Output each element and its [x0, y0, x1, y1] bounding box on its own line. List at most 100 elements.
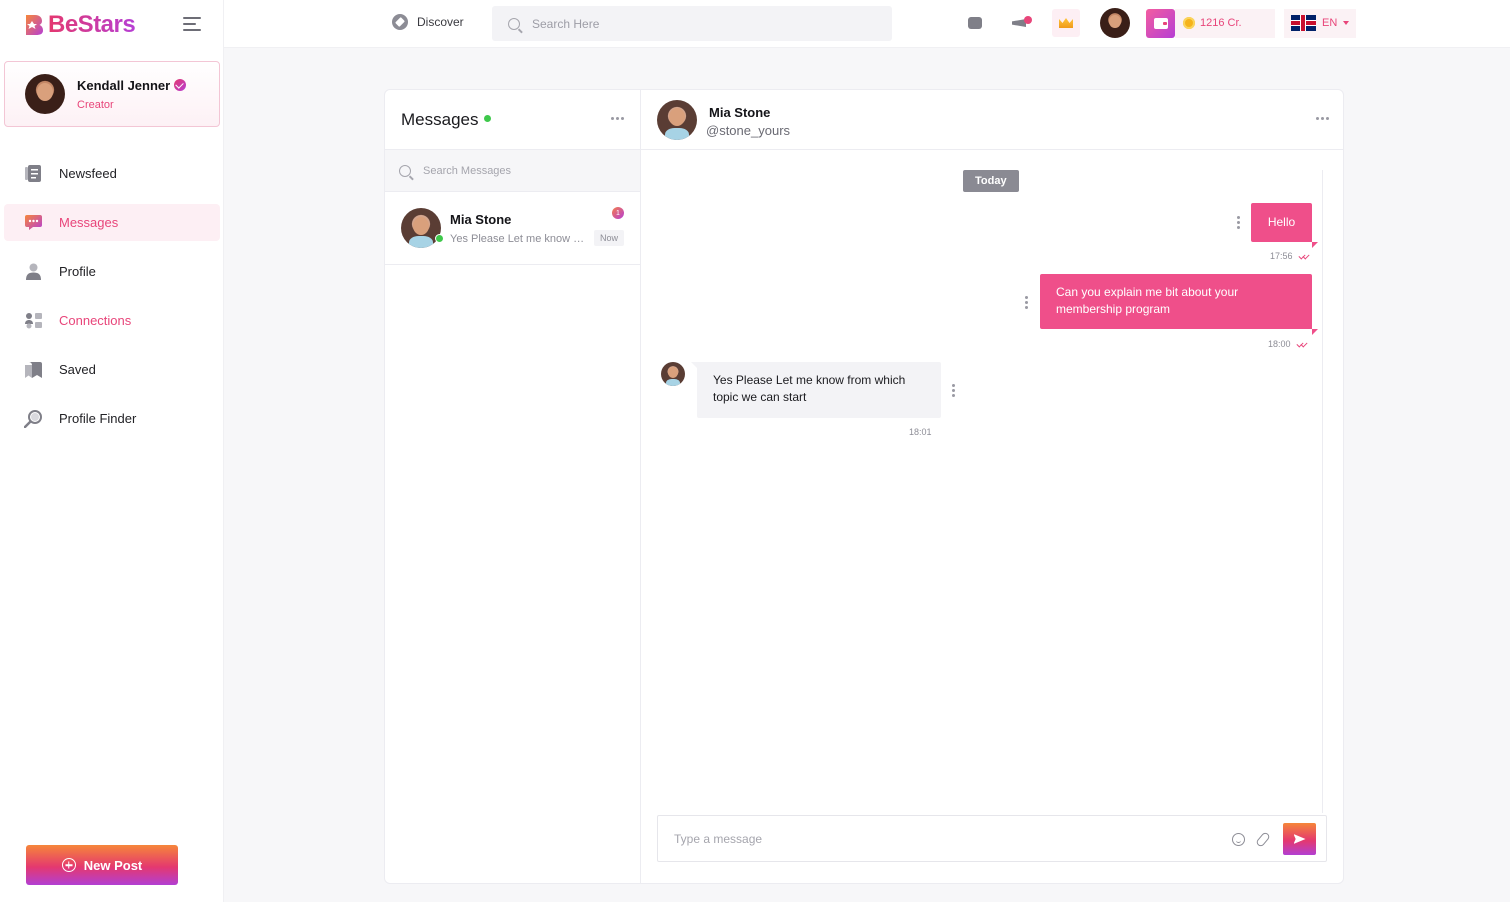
sidebar-item-label: Profile: [59, 264, 96, 279]
chevron-down-icon: [1343, 21, 1350, 25]
global-search-input[interactable]: Search Here: [492, 6, 892, 41]
conversation-name: Mia Stone: [450, 211, 512, 227]
emoji-icon[interactable]: [1232, 833, 1245, 846]
message-time: 18:01: [909, 427, 932, 437]
chat-window: Mia Stone @stone_yours Today Hello 17:56…: [641, 90, 1343, 883]
crown-icon: [1059, 18, 1073, 28]
conversation-preview: Yes Please Let me know from which topic …: [450, 232, 585, 245]
chat-icon[interactable]: [968, 17, 982, 29]
online-status-dot: [484, 115, 492, 122]
send-button[interactable]: [1283, 823, 1316, 855]
message-input[interactable]: [674, 831, 1214, 846]
send-icon: [1293, 834, 1306, 844]
online-status-dot: [435, 234, 444, 243]
conversation-list: Messages Search Messages Mia Stone Yes P…: [385, 90, 641, 883]
discover-label: Discover: [417, 15, 464, 29]
newsfeed-icon: [24, 165, 42, 183]
sidebar-nav: Newsfeed Messages Profile Connections Sa…: [4, 155, 220, 449]
sidebar-item-saved[interactable]: Saved: [4, 351, 220, 388]
sidebar-item-label: Newsfeed: [59, 166, 117, 181]
sidebar-item-profile-finder[interactable]: Profile Finder: [4, 400, 220, 437]
uk-flag-icon: [1291, 15, 1316, 31]
messages-title: Messages: [401, 109, 479, 129]
message-composer: [657, 815, 1327, 862]
read-ticks-icon: [1299, 253, 1311, 259]
new-post-button[interactable]: New Post: [26, 845, 178, 885]
brand-logo[interactable]: BeStars: [24, 11, 136, 39]
avatar: [401, 208, 441, 248]
credits-value: 1216 Cr.: [1200, 17, 1242, 29]
message-meta: 17:56: [1270, 251, 1311, 261]
sidebar-item-connections[interactable]: Connections: [4, 302, 220, 339]
user-name-row: Kendall Jenner: [77, 77, 187, 93]
language-value: EN: [1322, 17, 1338, 29]
premium-button[interactable]: [1052, 9, 1080, 37]
outgoing-message[interactable]: Can you explain me bit about your member…: [1040, 274, 1318, 335]
avatar: [661, 362, 685, 386]
conversation-time: Now: [593, 230, 624, 246]
message-options-icon[interactable]: [1237, 216, 1240, 229]
message-time: 18:00: [1268, 339, 1291, 349]
message-options-icon[interactable]: [952, 384, 955, 397]
search-icon: [399, 164, 411, 177]
search-placeholder: Search Here: [532, 16, 600, 31]
more-options-icon[interactable]: [1316, 117, 1329, 120]
wallet-icon: [1153, 17, 1168, 29]
chat-contact-handle: @stone_yours: [706, 123, 791, 138]
topbar: Discover Search Here 1216 Cr. EN: [224, 0, 1510, 48]
megaphone-icon[interactable]: [1012, 16, 1032, 30]
chat-scrollbar[interactable]: [1322, 170, 1323, 813]
date-divider: Today: [963, 170, 1019, 192]
coin-icon: [1183, 17, 1195, 29]
sidebar-item-label: Saved: [59, 362, 96, 377]
avatar[interactable]: [1100, 8, 1130, 38]
verified-badge-icon: [174, 79, 187, 91]
saved-icon: [24, 361, 42, 379]
message-search-placeholder: Search Messages: [423, 164, 512, 177]
outgoing-message[interactable]: Hello: [1251, 203, 1318, 248]
message-search-input[interactable]: Search Messages: [385, 150, 640, 192]
read-ticks-icon: [1297, 341, 1309, 347]
incoming-message[interactable]: Yes Please Let me know from which topic …: [691, 362, 941, 418]
chat-contact-name: Mia Stone: [709, 105, 771, 120]
message-meta: 18:00: [1268, 339, 1309, 349]
sidebar-item-label: Profile Finder: [59, 411, 137, 426]
user-role: Creator: [77, 98, 114, 111]
avatar[interactable]: [657, 99, 697, 140]
credits-badge[interactable]: 1216 Cr.: [1175, 8, 1275, 38]
sidebar-item-profile[interactable]: Profile: [4, 253, 220, 290]
brand-name: BeStars: [48, 11, 136, 38]
message-options-icon[interactable]: [1025, 296, 1028, 309]
paperclip-icon[interactable]: [1255, 831, 1271, 848]
messages-panel: Messages Search Messages Mia Stone Yes P…: [384, 89, 1344, 884]
messages-header: Messages: [385, 90, 640, 150]
profile-icon: [24, 263, 42, 281]
plus-circle-icon: [61, 858, 76, 872]
magnifier-icon: [24, 409, 42, 428]
avatar: [25, 74, 65, 114]
more-options-icon[interactable]: [611, 117, 624, 120]
search-icon: [508, 17, 520, 30]
sidebar: BeStars Kendall Jenner Creator Newsfeed …: [0, 0, 224, 902]
user-card[interactable]: Kendall Jenner Creator: [4, 61, 220, 127]
topbar-actions: 1216 Cr. EN: [966, 8, 1356, 38]
compass-icon: [392, 14, 408, 30]
unread-count-badge: 1: [612, 207, 624, 219]
logo-mark-icon: [26, 15, 43, 35]
connections-icon: [24, 312, 42, 330]
discover-link[interactable]: Discover: [392, 14, 464, 30]
message-meta: 18:01: [909, 427, 932, 437]
wallet-button[interactable]: [1146, 8, 1175, 38]
sidebar-item-label: Connections: [59, 313, 132, 328]
user-name: Kendall Jenner: [77, 77, 171, 93]
conversation-item[interactable]: Mia Stone Yes Please Let me know from wh…: [385, 192, 640, 265]
language-selector[interactable]: EN: [1284, 8, 1356, 38]
new-post-label: New Post: [83, 857, 143, 873]
sidebar-item-messages[interactable]: Messages: [4, 204, 220, 241]
chat-header: Mia Stone @stone_yours: [641, 90, 1343, 150]
sidebar-item-label: Messages: [59, 215, 119, 230]
messages-icon: [24, 214, 42, 232]
sidebar-item-newsfeed[interactable]: Newsfeed: [4, 155, 220, 192]
menu-toggle-icon[interactable]: [183, 17, 201, 31]
message-time: 17:56: [1270, 251, 1293, 261]
